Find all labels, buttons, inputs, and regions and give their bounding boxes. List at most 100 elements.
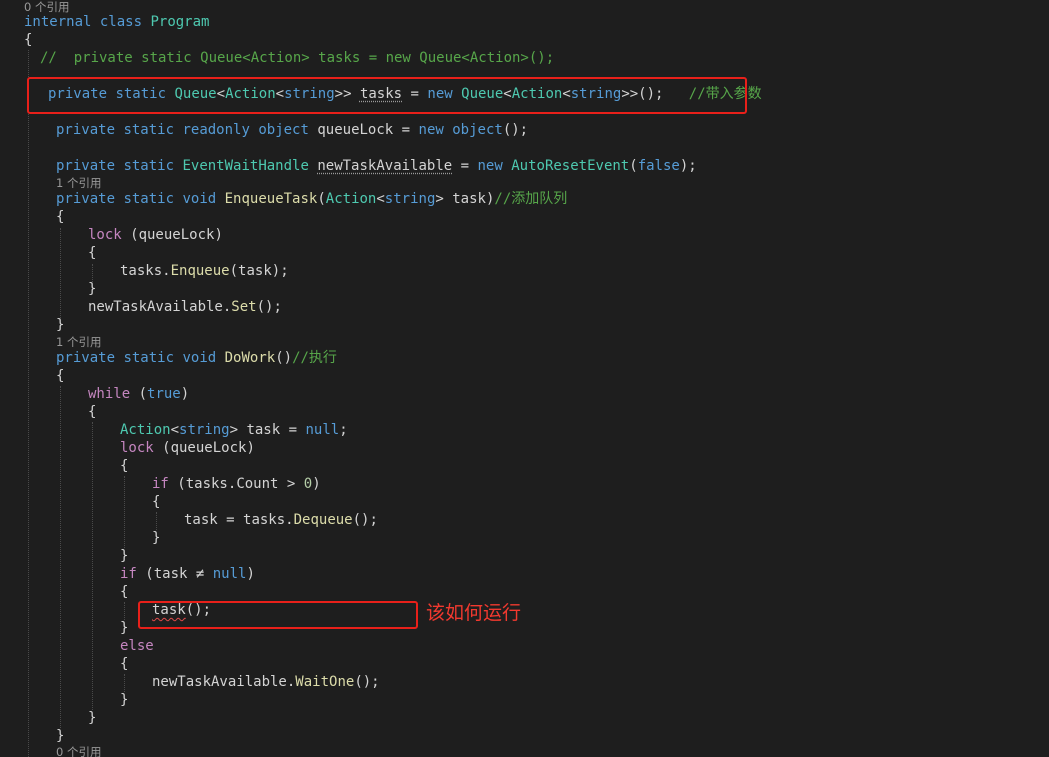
local-name: task [184, 512, 218, 528]
keyword: readonly [182, 122, 250, 138]
keyword: null [212, 566, 247, 582]
keyword: private [56, 122, 116, 138]
method-name: DoWork [224, 350, 276, 366]
codelens-references[interactable]: 1 个引用 [56, 335, 101, 349]
code-line-if-not-null: if (task ≠ null) [120, 566, 255, 582]
keyword: true [147, 386, 181, 402]
method-name: Enqueue [170, 263, 230, 279]
code-line-class-declaration: internal class Program [24, 13, 209, 31]
type-name: EventWaitHandle [182, 158, 309, 174]
keyword: static [123, 122, 175, 138]
keyword: void [182, 350, 217, 366]
field-name: queueLock [138, 227, 215, 243]
keyword: object [258, 122, 309, 138]
code-line-brace: { [120, 458, 129, 474]
codelens-references[interactable]: 0 个引用 [56, 745, 101, 757]
annotation-text: 该如何运行 [426, 602, 522, 624]
number-literal: 0 [303, 476, 313, 492]
keyword: private [56, 350, 116, 366]
indent-guide [28, 50, 29, 757]
code-line-brace: } [56, 728, 65, 744]
local-name: task [246, 422, 281, 438]
field-name: newTaskAvailable [152, 674, 287, 690]
code-line-do-work-signature: private static void DoWork()//执行 [56, 350, 337, 366]
code-line-queue-lock: private static readonly object queueLock… [56, 122, 529, 138]
code-line-brace: } [120, 620, 129, 636]
keyword: string [384, 191, 436, 207]
property-name: Count [236, 476, 279, 492]
indent-guide [92, 422, 93, 710]
code-line-brace: } [56, 317, 65, 333]
keyword: object [452, 122, 503, 138]
code-line-wait-one: newTaskAvailable.WaitOne(); [152, 674, 380, 690]
code-line-brace: { [88, 245, 97, 261]
type-name: Action [120, 422, 171, 438]
field-name: queueLock [317, 122, 394, 138]
code-line-brace: } [88, 281, 97, 297]
keyword: private [56, 158, 116, 174]
indent-guide [60, 386, 61, 728]
keyword: private [56, 191, 116, 207]
code-line-brace: } [152, 530, 161, 546]
class-name: Program [150, 14, 210, 30]
code-line-enqueue-call: tasks.Enqueue(task); [120, 263, 289, 279]
field-name: tasks [120, 263, 163, 279]
comment: //执行 [292, 350, 337, 366]
indent-guide [124, 674, 125, 692]
keyword: class [99, 14, 143, 30]
indent-guide [124, 476, 125, 548]
keyword: false [637, 158, 680, 174]
highlight-box [27, 77, 747, 114]
keyword: void [182, 191, 217, 207]
highlight-box [138, 601, 418, 629]
indent-guide [60, 228, 61, 318]
code-line-dequeue: task = tasks.Dequeue(); [184, 512, 378, 528]
keyword: static [123, 158, 175, 174]
indent-guide [156, 512, 157, 530]
keyword: new [477, 158, 503, 174]
code-line-brace: { [88, 404, 97, 420]
code-line-set-call: newTaskAvailable.Set(); [88, 299, 282, 315]
keyword: if [152, 476, 169, 492]
keyword: null [305, 422, 340, 438]
keyword: else [120, 638, 154, 654]
code-line-if-count: if (tasks.Count > 0) [152, 476, 321, 492]
code-line-brace: { [120, 584, 129, 600]
method-name: Set [231, 299, 257, 315]
code-line-else: else [120, 637, 154, 655]
keyword: new [418, 122, 444, 138]
code-line-brace: { [56, 209, 65, 225]
field-name[interactable]: newTaskAvailable [317, 158, 452, 174]
code-line-brace: { [152, 494, 161, 510]
keyword: internal [24, 14, 92, 30]
comment: //添加队列 [494, 191, 568, 207]
method-name: WaitOne [295, 674, 355, 690]
method-name: Dequeue [293, 512, 353, 528]
code-line-task-declaration: Action<string> task = null; [120, 422, 348, 438]
code-line-brace: { [120, 656, 129, 672]
code-line-brace: } [120, 692, 129, 708]
code-line-brace: } [88, 710, 97, 726]
code-editor[interactable]: 0 个引用 internal class Program { // privat… [0, 0, 1049, 757]
code-line-lock: lock (queueLock) [120, 440, 255, 456]
code-line-brace: { [24, 32, 33, 48]
keyword: while [88, 386, 131, 402]
keyword: lock [120, 440, 154, 456]
type-name: Action [325, 191, 377, 207]
parameter-name: task [238, 263, 272, 279]
code-line-brace: { [56, 368, 65, 384]
comment: // private static Queue<Action> tasks = … [40, 50, 555, 66]
code-line-while: while (true) [88, 386, 190, 402]
type-name: AutoResetEvent [511, 158, 630, 174]
codelens-references[interactable]: 0 个引用 [24, 0, 69, 14]
keyword: static [123, 350, 175, 366]
codelens-references[interactable]: 1 个引用 [56, 176, 101, 190]
method-name: EnqueueTask [224, 191, 318, 207]
parameter-name: task [452, 191, 486, 207]
local-name: task [153, 566, 188, 582]
keyword: string [179, 422, 230, 438]
indent-guide [124, 602, 125, 620]
code-line-lock: lock (queueLock) [88, 227, 223, 243]
code-line-enqueue-task-signature: private static void EnqueueTask(Action<s… [56, 191, 568, 207]
field-name: queueLock [170, 440, 247, 456]
